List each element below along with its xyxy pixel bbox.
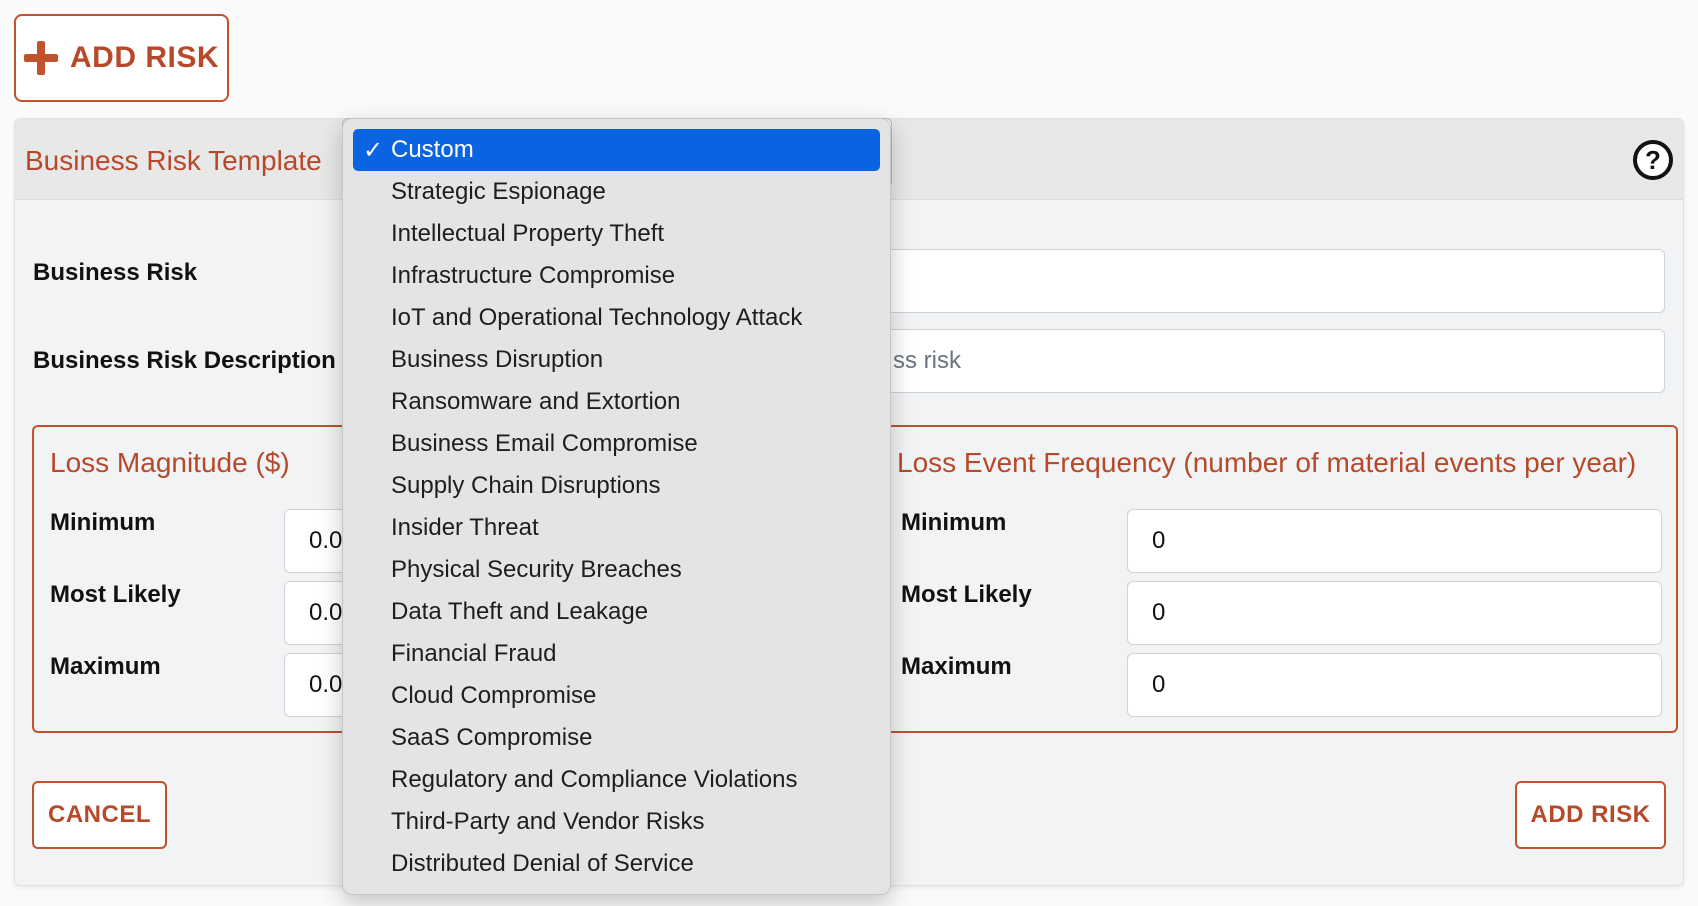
dropdown-option-label: Ransomware and Extortion: [391, 388, 681, 415]
dropdown-option-label: Intellectual Property Theft: [391, 220, 665, 247]
dropdown-option-label: Business Email Compromise: [391, 430, 698, 457]
description-placeholder: ss risk: [893, 347, 961, 374]
dropdown-option[interactable]: Infrastructure Compromise: [353, 255, 880, 297]
add-risk-button[interactable]: ADD RISK: [1515, 781, 1666, 849]
cancel-button-label: CANCEL: [48, 801, 151, 828]
dropdown-option-label: Distributed Denial of Service: [391, 850, 694, 877]
loss-frequency-max-value: 0: [1152, 671, 1166, 698]
plus-icon: [23, 41, 58, 75]
dropdown-option[interactable]: Third-Party and Vendor Risks: [353, 801, 880, 843]
template-dropdown-list[interactable]: ✓ Custom Strategic Espionage Intellectual P…: [342, 118, 891, 895]
loss-magnitude-likely-label: Most Likely: [50, 581, 181, 608]
dropdown-option[interactable]: Financial Fraud: [353, 633, 880, 675]
loss-frequency-likely-input[interactable]: 0: [1127, 581, 1662, 645]
loss-frequency-min-input[interactable]: 0: [1127, 509, 1662, 573]
dropdown-option-label: Cloud Compromise: [391, 682, 597, 709]
dropdown-option-label: Insider Threat: [391, 514, 539, 541]
dropdown-option-label: Infrastructure Compromise: [391, 262, 676, 289]
dropdown-option[interactable]: Intellectual Property Theft: [353, 213, 880, 255]
business-risk-description-label: Business Risk Description: [33, 347, 336, 374]
loss-frequency-fieldset: Loss Event Frequency (number of material…: [855, 425, 1678, 733]
dropdown-option-label: Regulatory and Compliance Violations: [391, 766, 798, 793]
add-risk-button-top[interactable]: ADD RISK: [14, 14, 229, 102]
loss-frequency-likely-label: Most Likely: [901, 581, 1032, 608]
loss-magnitude-likely-value: 0.0: [309, 599, 343, 626]
dropdown-option-label: Supply Chain Disruptions: [391, 472, 661, 499]
loss-magnitude-legend: Loss Magnitude ($): [50, 447, 290, 478]
dropdown-option-label: Strategic Espionage: [391, 178, 606, 205]
cancel-button[interactable]: CANCEL: [32, 781, 167, 849]
dropdown-option-label: IoT and Operational Technology Attack: [391, 304, 803, 331]
dropdown-option[interactable]: Insider Threat: [353, 507, 880, 549]
dropdown-option[interactable]: SaaS Compromise: [353, 717, 880, 759]
dropdown-option-label: Data Theft and Leakage: [391, 598, 649, 625]
loss-magnitude-min-value: 0.0: [309, 527, 343, 554]
dropdown-option[interactable]: IoT and Operational Technology Attack: [353, 297, 880, 339]
dropdown-option[interactable]: Strategic Espionage: [353, 171, 880, 213]
dropdown-option[interactable]: ✓ Custom: [353, 129, 880, 171]
dropdown-option-label: Business Disruption: [391, 346, 604, 373]
loss-frequency-max-input[interactable]: 0: [1127, 653, 1662, 717]
loss-frequency-legend: Loss Event Frequency (number of material…: [897, 447, 1637, 478]
business-risk-label: Business Risk: [33, 259, 198, 286]
loss-magnitude-max-value: 0.0: [309, 671, 343, 698]
add-risk-button-bottom-label: ADD RISK: [1530, 801, 1651, 828]
dropdown-option-label: Physical Security Breaches: [391, 556, 682, 583]
dropdown-option[interactable]: Data Theft and Leakage: [353, 591, 880, 633]
checkmark-icon: ✓: [363, 137, 384, 164]
dropdown-option[interactable]: Business Email Compromise: [353, 423, 880, 465]
template-label: Business Risk Template: [25, 145, 322, 176]
dropdown-option[interactable]: Regulatory and Compliance Violations: [353, 759, 880, 801]
loss-frequency-min-label: Minimum: [901, 509, 1007, 536]
loss-magnitude-min-label: Minimum: [50, 509, 156, 536]
dropdown-option-label: Third-Party and Vendor Risks: [391, 808, 705, 835]
dropdown-option-label: SaaS Compromise: [391, 724, 593, 751]
dropdown-option[interactable]: Cloud Compromise: [353, 675, 880, 717]
dropdown-option[interactable]: Distributed Denial of Service: [353, 843, 880, 885]
add-risk-button-label: ADD RISK: [69, 41, 219, 74]
loss-frequency-max-label: Maximum: [901, 653, 1012, 680]
dropdown-option[interactable]: Business Disruption: [353, 339, 880, 381]
dropdown-option-label: Custom: [391, 136, 474, 163]
help-icon[interactable]: ?: [1633, 140, 1673, 180]
loss-frequency-min-value: 0: [1152, 527, 1166, 554]
dropdown-option[interactable]: Ransomware and Extortion: [353, 381, 880, 423]
loss-frequency-likely-value: 0: [1152, 599, 1166, 626]
dropdown-option-label: Financial Fraud: [391, 640, 557, 667]
dropdown-option[interactable]: Supply Chain Disruptions: [353, 465, 880, 507]
loss-magnitude-max-label: Maximum: [50, 653, 161, 680]
dropdown-option[interactable]: Physical Security Breaches: [353, 549, 880, 591]
